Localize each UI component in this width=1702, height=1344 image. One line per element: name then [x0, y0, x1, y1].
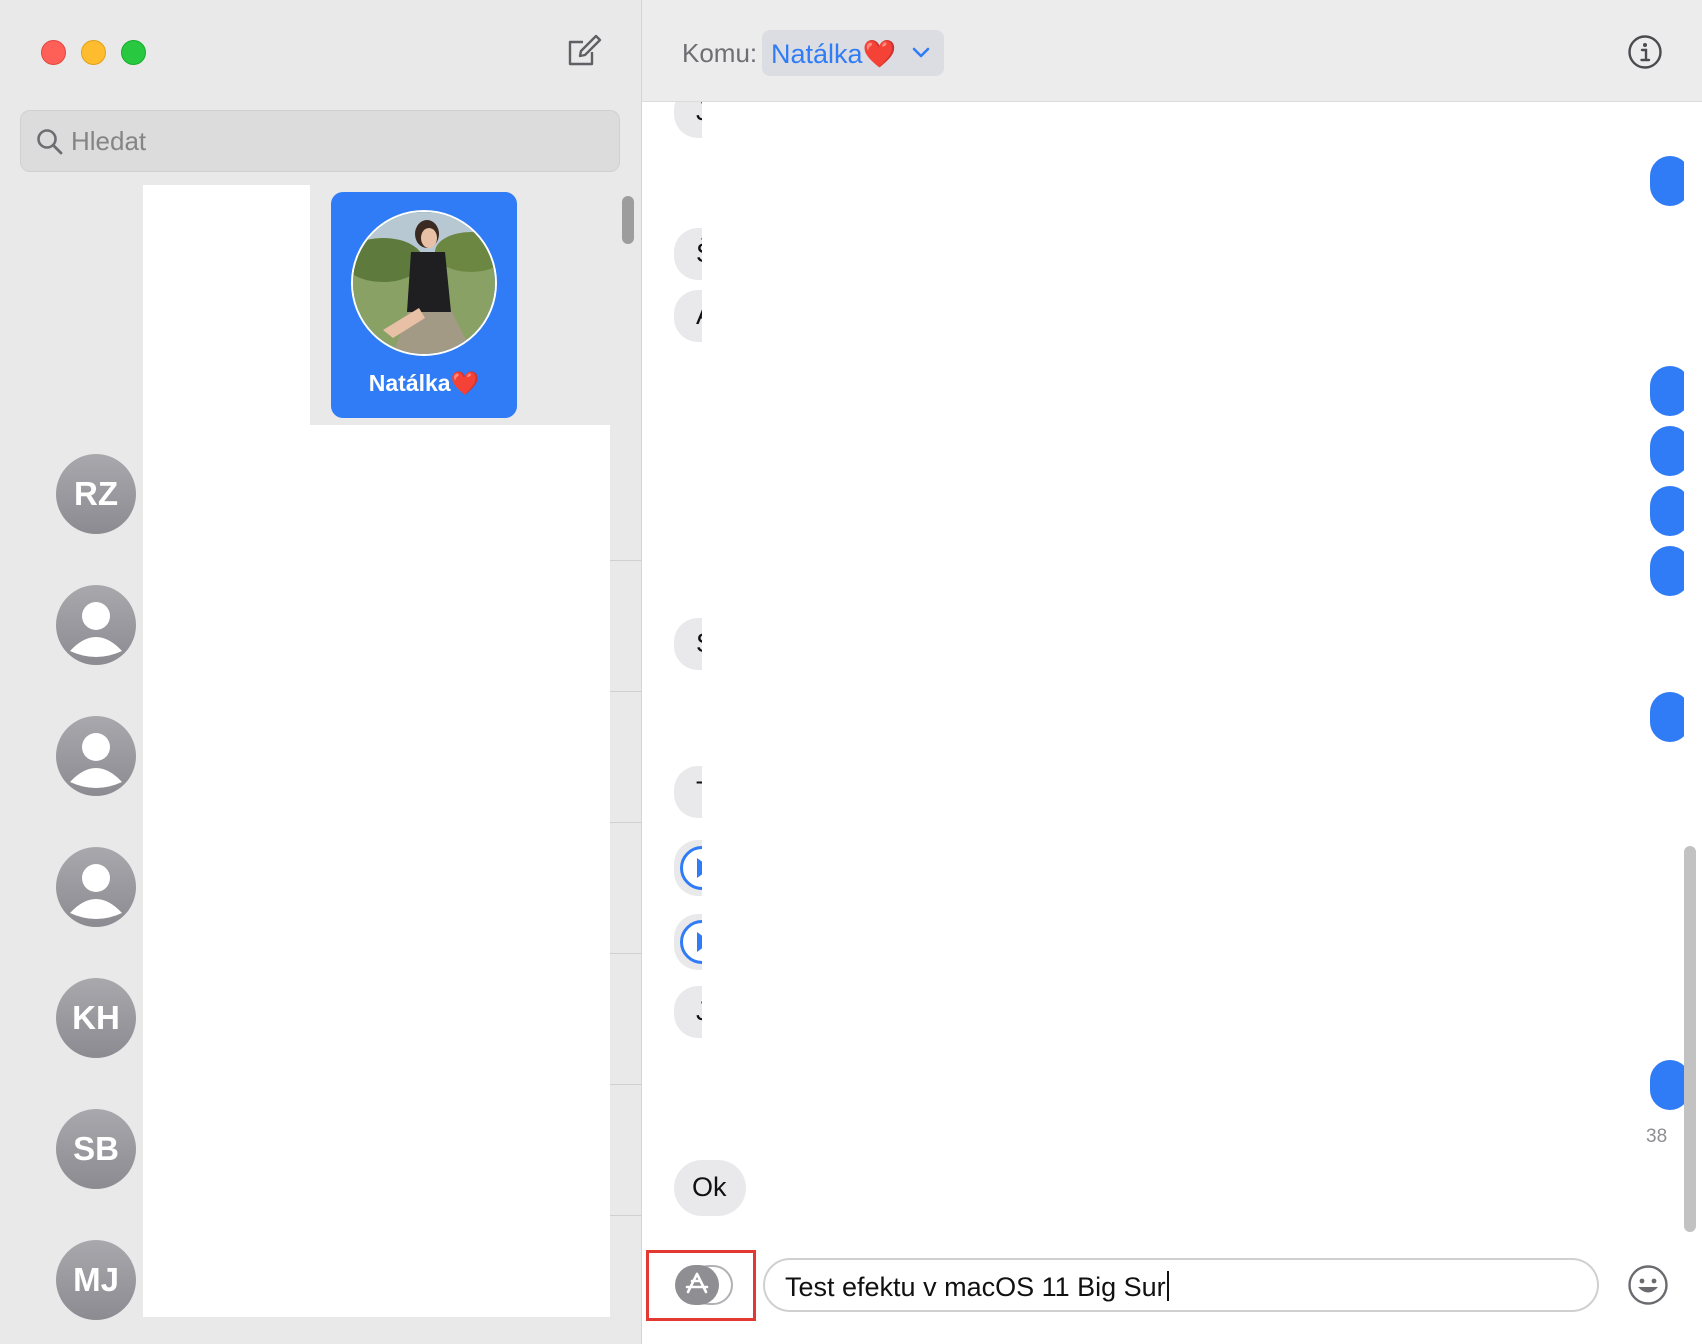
message-bubble-received: J	[674, 102, 702, 138]
message-bubble-received: T	[674, 766, 702, 818]
row-divider	[610, 691, 642, 692]
message-bubble-sent	[1650, 366, 1684, 416]
contact-photo	[351, 210, 497, 356]
row-divider	[610, 560, 642, 561]
minimize-window-button[interactable]	[81, 40, 106, 65]
row-divider	[610, 953, 642, 954]
row-divider	[610, 1084, 642, 1085]
message-bubble-received-ok: Ok	[674, 1160, 746, 1216]
avatar-rz[interactable]: RZ	[56, 454, 136, 534]
row-divider	[610, 822, 642, 823]
message-bubble-sent	[1650, 1060, 1684, 1110]
row-divider	[610, 1215, 642, 1216]
compose-icon[interactable]	[566, 33, 602, 69]
conversation-scrollbar[interactable]	[1684, 846, 1696, 1232]
person-icon	[70, 733, 122, 788]
recipient-name: Natálka❤️	[771, 39, 897, 69]
play-icon[interactable]	[680, 920, 702, 964]
avatar-mj[interactable]: MJ	[56, 1240, 136, 1320]
conversation-list	[143, 425, 610, 1317]
pinned-name: Natálka❤️	[368, 370, 480, 396]
person-icon	[70, 864, 122, 919]
avatar-initials: KH	[72, 999, 120, 1036]
play-icon[interactable]	[680, 846, 702, 890]
message-bubble-sent	[1650, 546, 1684, 596]
message-bubble-sent	[1650, 486, 1684, 536]
search-input[interactable]	[71, 111, 611, 171]
avatar-initials: SB	[73, 1130, 119, 1167]
message-input-value: Test efektu v macOS 11 Big Sur	[785, 1272, 1166, 1302]
recipient-token[interactable]: Natálka❤️	[762, 30, 944, 76]
message-bubble-received: S	[674, 618, 702, 670]
app-store-icon	[675, 1265, 719, 1305]
search-bar[interactable]	[20, 110, 620, 172]
emoji-icon[interactable]	[1627, 1264, 1669, 1306]
message-bubble-sent	[1650, 692, 1684, 742]
close-window-button[interactable]	[41, 40, 66, 65]
person-icon	[70, 602, 122, 657]
text-caret	[1166, 1271, 1169, 1301]
pinned-conversation-natalka[interactable]: Natálka❤️	[331, 192, 517, 418]
zoom-window-button[interactable]	[121, 40, 146, 65]
avatar-person[interactable]	[56, 585, 136, 665]
conversation-header: Komu: Natálka❤️	[642, 0, 1702, 102]
message-bubble-received: A	[674, 290, 702, 342]
info-icon[interactable]	[1627, 34, 1663, 70]
message-text: Ok	[692, 1172, 727, 1202]
avatar-person[interactable]	[56, 847, 136, 927]
avatar-sb[interactable]: SB	[56, 1109, 136, 1189]
conversation-pane: Komu: Natálka❤️ J Š A S T	[642, 0, 1702, 1344]
sidebar-scrollbar[interactable]	[622, 196, 634, 244]
app-store-button[interactable]	[675, 1265, 733, 1305]
message-input[interactable]: Test efektu v macOS 11 Big Sur	[763, 1258, 1599, 1312]
audio-message-bubble	[674, 840, 702, 896]
message-bubble-sent	[1650, 156, 1684, 206]
chevron-down-icon[interactable]	[910, 42, 932, 64]
audio-message-bubble	[674, 914, 702, 970]
message-bubble-received: J	[674, 986, 702, 1038]
avatar-kh[interactable]: KH	[56, 978, 136, 1058]
search-icon	[37, 129, 63, 155]
messages-window: Natálka❤️ RZ	[0, 0, 1702, 1344]
sent-messages-strip	[1644, 102, 1684, 1242]
pinned-area	[143, 185, 310, 425]
to-label: Komu:	[682, 38, 758, 68]
sidebar: Natálka❤️ RZ	[0, 0, 642, 1344]
avatar-initials: MJ	[73, 1261, 119, 1298]
message-bubble-sent	[1650, 426, 1684, 476]
avatar-initials: RZ	[74, 475, 118, 512]
received-messages-strip: J Š A S T J	[642, 102, 702, 1242]
sent-timestamp: 38	[1646, 1126, 1668, 1147]
avatar-person[interactable]	[56, 716, 136, 796]
message-bubble-received: Š	[674, 228, 702, 280]
